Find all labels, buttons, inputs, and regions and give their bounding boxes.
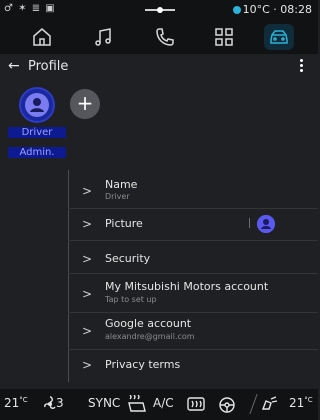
menu-item-mitsubishi-account[interactable]: > My Mitsubishi Motors account Tap to se…: [68, 278, 318, 310]
nav-car[interactable]: [264, 24, 294, 50]
more-options-icon[interactable]: [300, 58, 304, 74]
user-icon: [21, 89, 53, 121]
menu-item-label: Privacy terms: [105, 358, 181, 371]
divider: [249, 394, 258, 414]
menu-item-label: My Mitsubishi Motors account: [105, 280, 269, 293]
status-right: 10°C · 08:28: [232, 3, 312, 16]
fan-level: 3: [56, 396, 64, 410]
nav-phone[interactable]: [150, 24, 180, 50]
temp-right[interactable]: 21°C: [289, 396, 313, 410]
phone-icon: [156, 28, 174, 46]
divider: [68, 273, 318, 274]
divider: [68, 208, 318, 209]
nav-home[interactable]: [27, 24, 57, 50]
chevron-right-icon: >: [82, 324, 93, 338]
nav-music[interactable]: [88, 24, 118, 50]
music-icon: [95, 28, 111, 46]
divider: [68, 349, 318, 350]
page-indicator: [145, 7, 175, 13]
heated-seat-icon: [128, 395, 146, 412]
ac-button[interactable]: A/C: [153, 396, 174, 410]
chevron-right-icon: >: [82, 252, 93, 266]
seat-airflow-icon: [261, 396, 278, 410]
chevron-right-icon: >: [82, 217, 93, 231]
car-icon: [270, 30, 288, 44]
menu-item-name[interactable]: > Name Driver: [68, 176, 318, 206]
top-nav: [0, 20, 318, 54]
status-bar: ♂ ✶ ≣ ▣ 10°C · 08:28: [0, 0, 318, 20]
rear-defrost-icon: [187, 397, 205, 411]
menu-item-value: Driver: [105, 192, 130, 201]
clock: 08:28: [280, 3, 312, 16]
menu-item-google-account[interactable]: > Google account alexandre@gmail.com: [68, 315, 318, 347]
fan-button[interactable]: [40, 395, 56, 413]
climate-bar: 21°C 3 SYNC A/C 21°C: [0, 389, 318, 420]
menu-item-picture[interactable]: > Picture: [68, 212, 318, 236]
status-icons: ♂ ✶ ≣ ▣: [4, 3, 56, 14]
chevron-right-icon: >: [82, 358, 93, 372]
temp-left[interactable]: 21°C: [4, 396, 28, 410]
chevron-right-icon: >: [82, 184, 93, 198]
menu-item-value: alexandre@gmail.com: [105, 332, 195, 341]
profile-name: Driver: [8, 127, 66, 138]
page-title: Profile: [28, 59, 69, 74]
user-icon: [257, 215, 275, 233]
menu-item-label: Security: [105, 252, 151, 265]
defrost-button[interactable]: [186, 395, 206, 413]
menu-item-label: Google account: [105, 317, 192, 330]
header: ← Profile: [0, 54, 318, 80]
avatar: [21, 89, 53, 121]
divider: [68, 312, 318, 313]
seat-airflow-button[interactable]: [259, 395, 279, 413]
picture-avatar: [257, 215, 275, 233]
apps-grid-icon: [215, 28, 233, 46]
sync-button[interactable]: SYNC: [88, 396, 120, 410]
heated-seat-button[interactable]: [127, 395, 147, 413]
menu-item-label: Name: [105, 178, 138, 191]
nav-apps[interactable]: [209, 24, 239, 50]
menu-item-privacy-terms[interactable]: > Privacy terms: [68, 354, 318, 378]
steering-wheel-heat-icon: [219, 397, 235, 413]
steering-heat-button[interactable]: [217, 395, 237, 413]
back-button[interactable]: ←: [8, 58, 20, 74]
add-profile-button[interactable]: +: [70, 89, 100, 119]
menu-item-value: Tap to set up: [105, 295, 157, 304]
separator: [249, 218, 250, 228]
menu-item-label: Picture: [105, 217, 143, 230]
weather-icon: [232, 6, 241, 14]
divider: [68, 240, 318, 241]
profile-role: Admin.: [8, 147, 66, 158]
profile-driver[interactable]: Driver Admin.: [8, 86, 66, 176]
chevron-right-icon: >: [82, 287, 93, 301]
menu-item-security[interactable]: > Security: [68, 246, 318, 270]
home-icon: [33, 28, 51, 46]
outside-temperature: 10°C: [242, 3, 270, 16]
